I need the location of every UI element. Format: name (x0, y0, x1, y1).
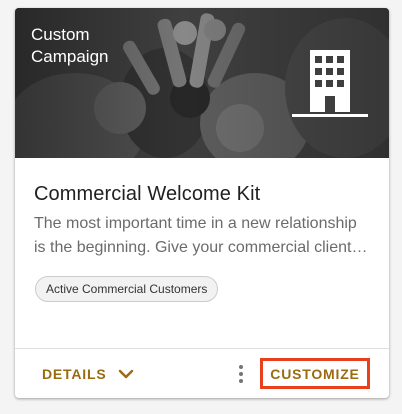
card-actions: DETAILS CUSTOMIZE (15, 349, 389, 398)
campaign-title: Commercial Welcome Kit (34, 183, 261, 205)
campaign-description: The most important time in a new relatio… (34, 212, 374, 260)
campaign-type-label: Custom Campaign (31, 24, 171, 68)
card-content: Commercial Welcome Kit The most importan… (15, 158, 389, 348)
more-vert-icon (239, 365, 243, 383)
campaign-type-line2: Campaign (31, 47, 109, 66)
campaign-type-line1: Custom (31, 25, 90, 44)
more-options-button[interactable] (231, 363, 251, 385)
campaign-hero-image: Custom Campaign (15, 8, 389, 158)
chevron-down-icon (119, 369, 134, 379)
audience-tag: Active Commercial Customers (35, 276, 219, 302)
customize-button[interactable]: CUSTOMIZE (260, 358, 370, 389)
campaign-description-line2: is the beginning. Give your commercial c… (34, 239, 368, 256)
building-icon (292, 50, 368, 117)
details-button[interactable]: DETAILS (42, 363, 134, 385)
campaign-description-line1: The most important time in a new relatio… (34, 215, 357, 232)
customize-label: CUSTOMIZE (270, 365, 360, 382)
campaign-card: Custom Campaign Commercial Welcome Kit T… (15, 8, 389, 398)
details-label: DETAILS (42, 366, 107, 382)
